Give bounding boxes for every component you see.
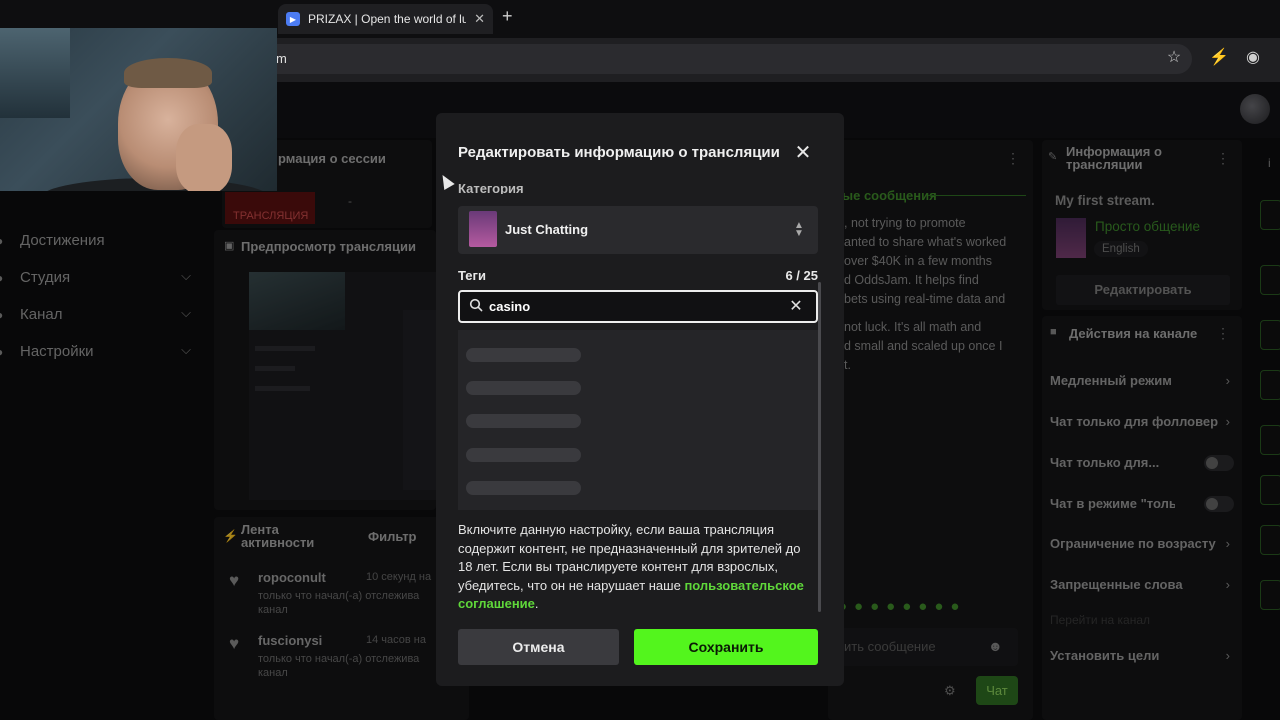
- category-value: Just Chatting: [505, 222, 589, 237]
- webcam-background-window: [0, 28, 70, 118]
- tags-count: 6 / 25: [785, 268, 818, 283]
- url-field[interactable]: m: [262, 44, 1192, 74]
- category-label: Категория: [458, 181, 524, 194]
- clear-search-icon[interactable]: ✕: [787, 296, 805, 316]
- webcam-overlay: [0, 28, 277, 191]
- url-text: m: [276, 51, 287, 66]
- skeleton-row: [466, 348, 581, 362]
- cancel-button[interactable]: Отмена: [458, 629, 619, 665]
- skeleton-row: [466, 381, 581, 395]
- tags-label: Теги: [458, 268, 486, 283]
- bookmark-star-icon[interactable]: ☆: [1163, 47, 1185, 69]
- profile-icon[interactable]: ◉: [1242, 47, 1264, 69]
- mature-text-period: .: [534, 596, 539, 611]
- webcam-person-hair: [124, 58, 212, 88]
- extension-icon[interactable]: ⚡: [1208, 47, 1230, 69]
- modal-title: Редактировать информацию о трансляции: [458, 144, 780, 161]
- modal-scrollbar[interactable]: [818, 282, 821, 612]
- tag-search-input[interactable]: [489, 296, 779, 316]
- browser-tab[interactable]: ▶ PRIZAX | Open the world of lu ✕: [278, 4, 493, 34]
- select-arrows-icon: ▲ ▼: [794, 220, 804, 239]
- tab-title: PRIZAX | Open the world of lu: [308, 12, 467, 26]
- new-tab-button[interactable]: +: [502, 6, 513, 27]
- skeleton-row: [466, 481, 581, 495]
- search-icon: [469, 298, 483, 312]
- prizax-favicon-icon: ▶: [286, 12, 300, 26]
- skeleton-row: [466, 448, 581, 462]
- mature-content-description: Включите данную настройку, если ваша тра…: [458, 521, 818, 614]
- webcam-person-hand: [176, 124, 232, 191]
- tab-close-icon[interactable]: ✕: [474, 11, 485, 27]
- save-button[interactable]: Сохранить: [634, 629, 818, 665]
- skeleton-row: [466, 414, 581, 428]
- close-icon[interactable]: ✕: [792, 142, 814, 164]
- tag-suggestions-loading: [458, 330, 818, 510]
- just-chatting-thumbnail: [469, 211, 497, 247]
